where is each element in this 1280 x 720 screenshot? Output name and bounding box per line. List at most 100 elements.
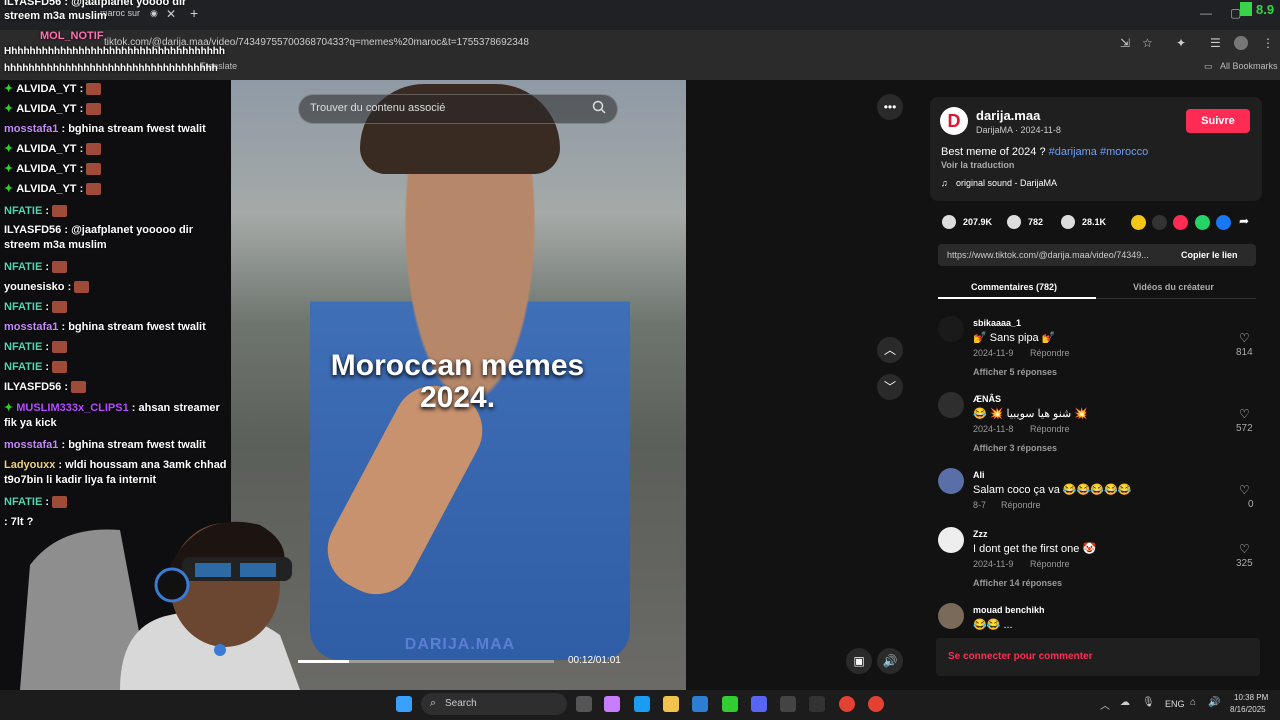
- tray-volume-icon[interactable]: 🔊: [1208, 697, 1220, 708]
- tab-creator-videos[interactable]: Vidéos du créateur: [1133, 282, 1214, 292]
- new-tab-button[interactable]: +: [190, 5, 198, 21]
- chat-username[interactable]: NFATIE: [4, 341, 42, 353]
- follow-button[interactable]: Suivre: [1186, 109, 1250, 133]
- chrome-icon[interactable]: [839, 696, 855, 712]
- chat-username[interactable]: younesisko: [4, 281, 65, 293]
- whatsapp-icon[interactable]: [1195, 215, 1210, 230]
- tab-audio-icon[interactable]: ◉: [150, 8, 158, 19]
- login-to-comment-label[interactable]: Se connecter pour commenter: [948, 651, 1092, 662]
- more-options-icon[interactable]: •••: [877, 94, 903, 120]
- extensions-icon[interactable]: ✦: [1176, 36, 1186, 50]
- chat-username[interactable]: NFATIE: [4, 301, 42, 313]
- tab-close-icon[interactable]: ✕: [166, 7, 176, 21]
- comment-reply-button[interactable]: Répondre: [1030, 424, 1070, 434]
- chat-username[interactable]: ALVIDA_YT: [16, 183, 76, 195]
- chat-username[interactable]: ALVIDA_YT: [16, 143, 76, 155]
- tray-chevron-icon[interactable]: ︿: [1100, 697, 1110, 712]
- comment-like-icon[interactable]: ♡: [1239, 331, 1250, 345]
- show-replies-button[interactable]: Afficher 14 réponses: [973, 578, 1062, 588]
- bookmark-icon[interactable]: [1061, 215, 1075, 229]
- comment-like-icon[interactable]: ♡: [1239, 542, 1250, 556]
- app-icon-2[interactable]: [809, 696, 825, 712]
- chat-username[interactable]: NFATIE: [4, 261, 42, 273]
- chat-text: : bghina stream fwest twalit: [61, 439, 206, 451]
- see-translation-link[interactable]: Voir la traduction: [941, 160, 1014, 170]
- embed-icon[interactable]: [1152, 215, 1167, 230]
- copy-link-button[interactable]: Copier le lien: [1181, 250, 1238, 260]
- comment-like-icon[interactable]: ♡: [1239, 483, 1250, 497]
- send-share-icon[interactable]: [1173, 215, 1188, 230]
- chat-username[interactable]: Ladyouxx: [4, 459, 55, 471]
- chat-username[interactable]: ALVIDA_YT: [16, 83, 76, 95]
- video-progress-bar[interactable]: [298, 660, 554, 663]
- like-heart-icon[interactable]: [942, 215, 956, 229]
- chrome-active-icon[interactable]: [868, 696, 884, 712]
- clock-date[interactable]: 8/16/2025: [1230, 705, 1266, 714]
- chat-username[interactable]: MUSLIM333x_CLIPS1: [16, 402, 128, 414]
- nvidia-icon[interactable]: [722, 696, 738, 712]
- tray-network-icon[interactable]: ⌂: [1190, 697, 1196, 708]
- clock-time[interactable]: 10:38 PM: [1234, 693, 1268, 702]
- volume-icon[interactable]: 🔊: [877, 648, 903, 674]
- chat-username[interactable]: ALVIDA_YT: [16, 103, 76, 115]
- file-explorer-icon[interactable]: [663, 696, 679, 712]
- tray-mic-icon[interactable]: 🎙: [1142, 697, 1155, 708]
- comment-avatar[interactable]: [938, 603, 964, 629]
- comment-icon[interactable]: [1007, 215, 1021, 229]
- comment-avatar[interactable]: [938, 468, 964, 494]
- comment-reply-button[interactable]: Répondre: [1030, 559, 1070, 569]
- creator-avatar[interactable]: D: [940, 107, 968, 135]
- tab-comments[interactable]: Commentaires (782): [971, 282, 1057, 292]
- sound-label[interactable]: original sound - DarijaMA: [956, 178, 1057, 188]
- comment-username[interactable]: Zzz: [973, 529, 988, 539]
- coin-share-icon[interactable]: [1131, 215, 1146, 230]
- copilot-icon[interactable]: [604, 696, 620, 712]
- taskbar-search[interactable]: [421, 693, 567, 715]
- share-arrow-icon[interactable]: ➦: [1239, 214, 1249, 228]
- chat-username[interactable]: ALVIDA_YT: [16, 163, 76, 175]
- reading-list-icon[interactable]: ☰: [1210, 36, 1221, 50]
- language-indicator[interactable]: ENG: [1165, 699, 1185, 709]
- comment-avatar[interactable]: [938, 392, 964, 418]
- profile-avatar-icon[interactable]: [1234, 36, 1248, 50]
- comment-username[interactable]: sbikaaaa_1: [973, 318, 1021, 328]
- hashtags-link[interactable]: #darijama #morocco: [1049, 146, 1149, 158]
- comment-like-icon[interactable]: ♡: [1239, 407, 1250, 421]
- task-view-icon[interactable]: [576, 696, 592, 712]
- comment-avatar[interactable]: [938, 316, 964, 342]
- all-bookmarks[interactable]: All Bookmarks: [1220, 61, 1278, 71]
- comment-avatar[interactable]: [938, 527, 964, 553]
- chat-username[interactable]: NFATIE: [4, 205, 42, 217]
- comment-reply-button[interactable]: Répondre: [1001, 500, 1041, 510]
- discord-icon[interactable]: [751, 696, 767, 712]
- install-app-icon[interactable]: ⇲: [1120, 36, 1130, 50]
- show-replies-button[interactable]: Afficher 3 réponses: [973, 443, 1057, 453]
- comment-username[interactable]: ÆNÂS: [973, 394, 1001, 404]
- tray-cloud-icon[interactable]: ☁: [1120, 697, 1130, 708]
- search-icon[interactable]: [592, 100, 606, 114]
- chat-username[interactable]: ILYASFD56: [4, 381, 61, 393]
- show-replies-button[interactable]: Afficher 5 réponses: [973, 367, 1057, 377]
- minimize-icon[interactable]: —: [1200, 6, 1212, 20]
- store-icon[interactable]: [692, 696, 708, 712]
- chat-username[interactable]: mosstafa1: [4, 321, 58, 333]
- comment-username[interactable]: mouad benchikh: [973, 605, 1045, 615]
- chat-text: :: [79, 103, 84, 115]
- comment-username[interactable]: Ali: [973, 470, 985, 480]
- previous-video-icon[interactable]: ︿: [877, 337, 903, 363]
- chat-username[interactable]: mosstafa1: [4, 439, 58, 451]
- chat-username[interactable]: NFATIE: [4, 361, 42, 373]
- app-icon[interactable]: [780, 696, 796, 712]
- pip-icon[interactable]: ▣: [846, 648, 872, 674]
- creator-username[interactable]: darija.maa: [976, 108, 1040, 123]
- facebook-icon[interactable]: [1216, 215, 1231, 230]
- chat-username[interactable]: mosstafa1: [4, 123, 58, 135]
- next-video-icon[interactable]: ﹀: [877, 374, 903, 400]
- menu-kebab-icon[interactable]: ⋮: [1262, 36, 1274, 50]
- start-icon[interactable]: [396, 696, 412, 712]
- chat-username[interactable]: ILYASFD56: [4, 224, 61, 236]
- video-link[interactable]: https://www.tiktok.com/@darija.maa/video…: [947, 250, 1169, 260]
- comment-reply-button[interactable]: Répondre: [1030, 348, 1070, 358]
- edge-icon[interactable]: [634, 696, 650, 712]
- bookmark-star-icon[interactable]: ☆: [1142, 36, 1153, 50]
